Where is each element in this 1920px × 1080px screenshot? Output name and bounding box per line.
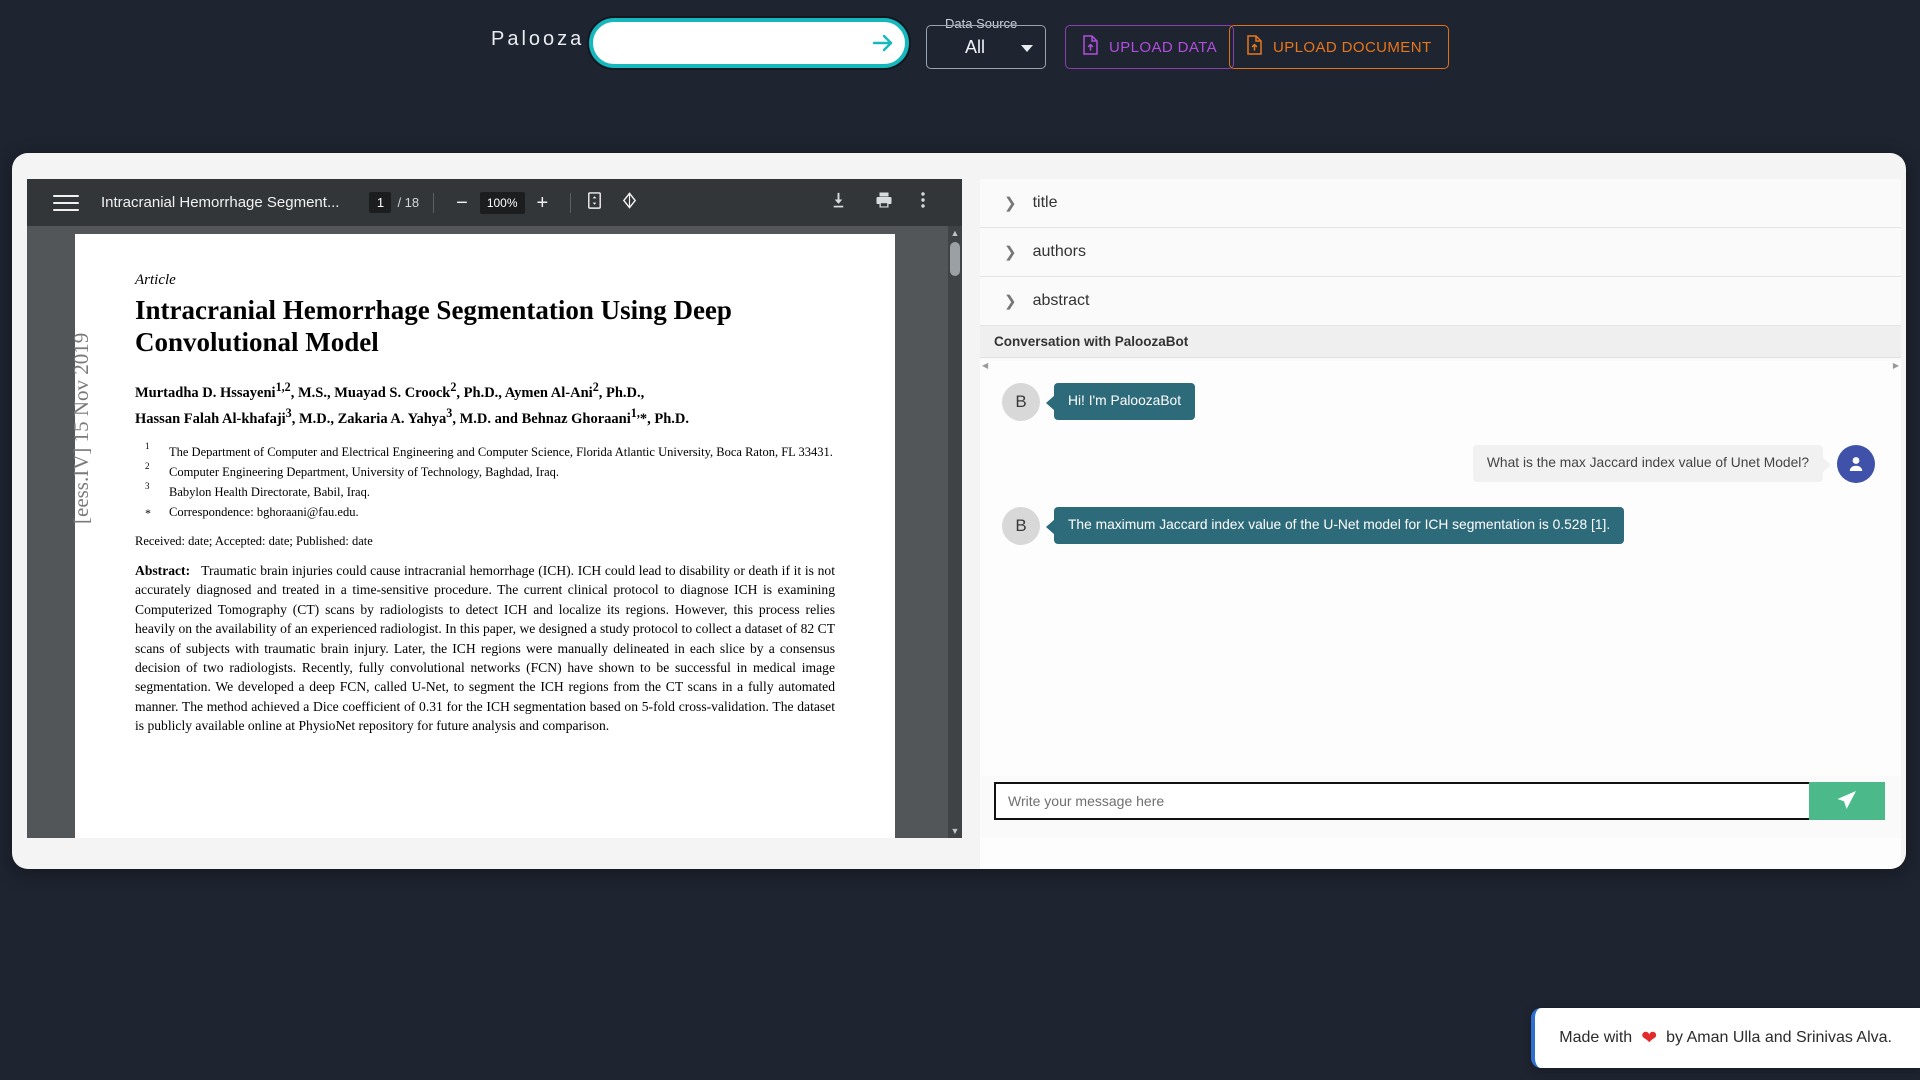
affiliation-marker: 3 bbox=[145, 480, 150, 491]
send-button[interactable] bbox=[1809, 782, 1885, 820]
main-card: Intracranial Hemorrhage Segment... 1 / 1… bbox=[12, 153, 1906, 869]
user-avatar bbox=[1837, 445, 1875, 483]
abstract-label: Abstract: bbox=[135, 562, 191, 578]
affiliation-marker: 1 bbox=[145, 440, 150, 451]
toolbar-divider bbox=[433, 192, 435, 213]
scroll-right-arrow[interactable]: ▶ bbox=[1893, 361, 1899, 370]
scroll-left-arrow[interactable]: ◀ bbox=[982, 361, 988, 370]
document-title: Intracranial Hemorrhage Segmentation Usi… bbox=[135, 295, 732, 357]
affiliation-text: The Department of Computer and Electrica… bbox=[169, 444, 833, 459]
footer-credit: Made with ❤ by Aman Ulla and Srinivas Al… bbox=[1531, 1008, 1920, 1068]
pdf-page-input[interactable]: 1 bbox=[369, 192, 392, 213]
chevron-right-icon: ❯ bbox=[1004, 293, 1017, 310]
upload-data-button[interactable]: UPLOAD DATA bbox=[1065, 25, 1235, 69]
download-icon[interactable] bbox=[829, 191, 848, 215]
scroll-down-arrow[interactable]: ▼ bbox=[948, 824, 962, 838]
message-bubble: What is the max Jaccard index value of U… bbox=[1472, 445, 1832, 482]
zoom-in-button[interactable]: + bbox=[529, 193, 557, 213]
message-bubble: The maximum Jaccard index value of the U… bbox=[1045, 507, 1625, 544]
abstract-text: Traumatic brain injuries could cause int… bbox=[135, 562, 835, 734]
right-panel: ❯ title ❯ authors ❯ abstract Conversatio… bbox=[980, 179, 1901, 869]
chat-message-user: What is the max Jaccard index value of U… bbox=[1002, 445, 1875, 483]
scroll-up-arrow[interactable]: ▲ bbox=[948, 226, 962, 240]
pdf-document-title: Intracranial Hemorrhage Segment... bbox=[101, 194, 340, 211]
chevron-right-icon: ❯ bbox=[1004, 244, 1017, 261]
authors-line-1: Murtadha D. Hssayeni1,2, M.S., Muayad S.… bbox=[135, 380, 645, 401]
authors-line-2: Hassan Falah Al-khafaji3, M.D., Zakaria … bbox=[135, 406, 689, 428]
bot-avatar: B bbox=[1002, 383, 1040, 421]
affiliation-text: Babylon Health Directorate, Babil, Iraq. bbox=[169, 484, 370, 499]
message-bubble: Hi! I'm PaloozaBot bbox=[1045, 383, 1196, 420]
chat-horizontal-scrollbar[interactable]: ◀ ▶ bbox=[980, 361, 1901, 370]
conversation-header: Conversation with PaloozaBot bbox=[980, 326, 1901, 358]
data-source-select[interactable]: All bbox=[926, 25, 1046, 69]
affiliation-item: 2 Computer Engineering Department, Unive… bbox=[141, 460, 835, 482]
pdf-viewport[interactable]: [eess.IV] 15 Nov 2019 Article Intracrani… bbox=[27, 226, 962, 838]
bot-avatar: B bbox=[1002, 507, 1040, 545]
chat-input[interactable] bbox=[994, 782, 1809, 820]
file-upload-icon bbox=[1246, 35, 1263, 59]
person-icon bbox=[1849, 457, 1863, 471]
upload-document-button[interactable]: UPLOAD DOCUMENT bbox=[1229, 25, 1449, 69]
affiliation-marker: * bbox=[145, 505, 151, 520]
accordion-label: authors bbox=[1032, 243, 1086, 260]
affiliation-text: Computer Engineering Department, Univers… bbox=[169, 464, 559, 479]
chevron-down-icon bbox=[1021, 45, 1033, 52]
hamburger-menu-icon[interactable] bbox=[53, 194, 79, 211]
scroll-thumb[interactable] bbox=[950, 242, 960, 276]
pdf-toolbar-right bbox=[829, 190, 948, 215]
more-vertical-icon[interactable] bbox=[920, 190, 926, 215]
pdf-scrollbar[interactable]: ▲ ▼ bbox=[948, 226, 962, 838]
send-paper-plane-icon bbox=[1835, 788, 1859, 815]
zoom-out-button[interactable]: − bbox=[448, 193, 476, 213]
search-bar[interactable] bbox=[589, 18, 909, 68]
footer-suffix: by Aman Ulla and Srinivas Alva. bbox=[1666, 1029, 1892, 1046]
document-kind: Article bbox=[135, 272, 176, 288]
pdf-page: [eess.IV] 15 Nov 2019 Article Intracrani… bbox=[69, 234, 895, 838]
app-brand: Palooza bbox=[491, 28, 585, 50]
chat-message-bot: B The maximum Jaccard index value of the… bbox=[1002, 507, 1875, 545]
pdf-pane: Intracranial Hemorrhage Segment... 1 / 1… bbox=[17, 179, 962, 838]
pdf-page-total: / 18 bbox=[397, 195, 420, 210]
accordion-label: abstract bbox=[1032, 292, 1090, 309]
chevron-right-icon: ❯ bbox=[1004, 195, 1017, 212]
document-affiliations: 1 The Department of Computer and Electri… bbox=[141, 440, 835, 522]
document-authors: Murtadha D. Hssayeni1,2, M.S., Muayad S.… bbox=[135, 378, 835, 431]
fit-page-icon[interactable] bbox=[585, 191, 604, 215]
accordion-authors[interactable]: ❯ authors bbox=[980, 228, 1901, 277]
chat-input-bar bbox=[980, 776, 1901, 838]
top-bar: Palooza Data Source All UPLOAD DATA UPLO… bbox=[0, 0, 1920, 88]
affiliation-item: 1 The Department of Computer and Electri… bbox=[141, 440, 835, 462]
affiliation-item: 3 Babylon Health Directorate, Babil, Ira… bbox=[141, 480, 835, 502]
footer-prefix: Made with bbox=[1559, 1029, 1633, 1046]
affiliation-marker: 2 bbox=[145, 460, 150, 471]
pdf-toolbar: Intracranial Hemorrhage Segment... 1 / 1… bbox=[27, 179, 962, 226]
arrow-right-icon[interactable] bbox=[861, 22, 905, 64]
affiliation-item: * Correspondence: bghoraani@fau.edu. bbox=[141, 503, 835, 522]
zoom-level[interactable]: 100% bbox=[479, 191, 525, 214]
search-input[interactable] bbox=[593, 22, 861, 64]
chat-message-bot: B Hi! I'm PaloozaBot bbox=[1002, 383, 1875, 421]
upload-document-label: UPLOAD DOCUMENT bbox=[1273, 38, 1432, 56]
heart-icon: ❤ bbox=[1641, 1027, 1658, 1049]
document-received-line: Received: date; Accepted: date; Publishe… bbox=[135, 533, 373, 548]
file-upload-icon bbox=[1082, 35, 1099, 59]
arxiv-stamp: [eess.IV] 15 Nov 2019 bbox=[69, 332, 93, 524]
document-abstract: Abstract: Traumatic brain injuries could… bbox=[135, 561, 835, 736]
rotate-icon[interactable] bbox=[620, 191, 639, 215]
accordion-label: title bbox=[1032, 194, 1058, 211]
accordion-title[interactable]: ❯ title bbox=[980, 179, 1901, 228]
toolbar-divider bbox=[570, 192, 572, 213]
accordion-abstract[interactable]: ❯ abstract bbox=[980, 277, 1901, 326]
data-source-value: All bbox=[964, 36, 985, 57]
upload-data-label: UPLOAD DATA bbox=[1109, 38, 1218, 56]
print-icon[interactable] bbox=[874, 190, 894, 215]
affiliation-text: Correspondence: bghoraani@fau.edu. bbox=[169, 504, 359, 519]
